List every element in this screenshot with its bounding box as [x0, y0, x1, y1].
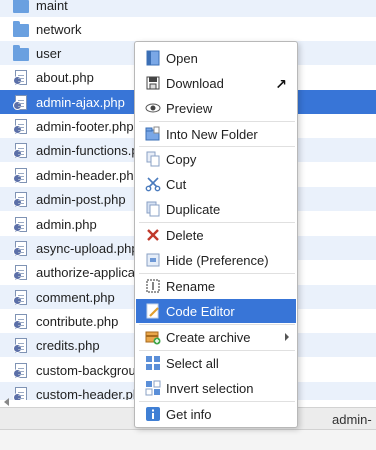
folder-icon	[13, 20, 29, 37]
select-all-icon	[145, 355, 161, 371]
invert-selection-icon	[145, 380, 161, 396]
menu-item-select-all[interactable]: Select all	[136, 351, 296, 375]
file-name: user	[36, 45, 62, 61]
menu-item-label: Cut	[166, 177, 187, 192]
menu-item-duplicate[interactable]: Duplicate	[136, 197, 296, 221]
eye-icon	[145, 100, 161, 116]
php-file-icon	[13, 118, 29, 134]
menu-item-label: Open	[166, 51, 198, 66]
menu-item-label: Duplicate	[166, 202, 221, 217]
scroll-left-icon[interactable]	[4, 398, 9, 406]
php-file-icon	[13, 216, 29, 232]
copy-icon	[145, 151, 161, 167]
menu-item-label: Rename	[166, 279, 216, 294]
php-file-icon	[13, 264, 29, 280]
status-text: admin-	[332, 412, 372, 427]
menu-item-download[interactable]: Download ↗	[136, 71, 296, 95]
menu-item-hide[interactable]: Hide (Preference)	[136, 248, 296, 272]
php-file-icon	[13, 191, 29, 207]
menu-item-label: Hide (Preference)	[166, 253, 269, 268]
bottom-area	[0, 430, 376, 450]
file-name: admin-ajax.php	[36, 94, 125, 110]
hide-icon	[145, 252, 161, 268]
file-name: admin.php	[36, 216, 97, 232]
download-icon	[145, 75, 161, 91]
php-file-icon	[13, 240, 29, 256]
menu-item-invert-selection[interactable]: Invert selection	[136, 376, 296, 400]
file-name: maint	[36, 0, 68, 13]
file-name: network	[36, 21, 82, 37]
php-file-icon	[13, 167, 29, 183]
php-file-icon	[13, 69, 29, 85]
file-name: credits.php	[36, 337, 100, 353]
file-name: admin-footer.php	[36, 118, 134, 134]
file-name: comment.php	[36, 289, 115, 305]
php-file-icon	[13, 142, 29, 158]
folder-icon	[13, 44, 29, 61]
open-icon	[145, 50, 161, 66]
menu-item-delete[interactable]: Delete	[136, 223, 296, 247]
php-file-icon	[13, 94, 29, 110]
menu-item-label: Preview	[166, 101, 213, 116]
menu-item-label: Into New Folder	[166, 127, 258, 142]
file-name: admin-header.php	[36, 167, 141, 183]
menu-item-label: Download	[166, 76, 224, 91]
menu-item-label: Invert selection	[166, 381, 254, 396]
file-name: contribute.php	[36, 313, 119, 329]
duplicate-icon	[145, 201, 161, 217]
menu-item-cut[interactable]: Cut	[136, 172, 296, 196]
folder-icon	[13, 0, 29, 13]
menu-item-label: Select all	[166, 356, 219, 371]
new-folder-icon	[145, 126, 161, 142]
menu-item-rename[interactable]: Rename	[136, 274, 296, 298]
menu-item-label: Get info	[166, 407, 212, 422]
menu-item-get-info[interactable]: Get info	[136, 402, 296, 426]
menu-item-label: Create archive	[166, 330, 251, 345]
php-file-icon	[13, 313, 29, 329]
menu-item-code-editor[interactable]: Code Editor	[136, 299, 296, 323]
php-file-icon	[13, 337, 29, 353]
scissors-icon	[145, 176, 161, 192]
menu-item-label: Delete	[166, 228, 204, 243]
file-name: admin-post.php	[36, 191, 126, 207]
code-editor-icon	[145, 303, 161, 319]
file-name: about.php	[36, 69, 94, 85]
menu-item-preview[interactable]: Preview	[136, 96, 296, 120]
info-icon	[145, 406, 161, 422]
file-row-network[interactable]: network	[0, 17, 376, 41]
submenu-arrow-icon	[285, 333, 289, 341]
menu-item-copy[interactable]: Copy	[136, 147, 296, 171]
menu-item-label: Copy	[166, 152, 197, 167]
delete-x-icon	[145, 227, 161, 243]
menu-item-label: Code Editor	[166, 304, 235, 319]
php-file-icon	[13, 362, 29, 378]
menu-item-create-archive[interactable]: Create archive	[136, 325, 296, 349]
file-row-maint[interactable]: maint	[0, 0, 376, 18]
file-name: async-upload.php	[36, 240, 139, 256]
arrow-up-right-icon: ↗	[275, 76, 287, 92]
menu-item-open[interactable]: Open	[136, 46, 296, 70]
archive-icon	[145, 329, 161, 345]
menu-item-into-new-folder[interactable]: Into New Folder	[136, 122, 296, 146]
rename-icon	[145, 278, 161, 294]
php-file-icon	[13, 289, 29, 305]
context-menu: Open Download ↗ Preview Into New Folder …	[134, 41, 298, 428]
